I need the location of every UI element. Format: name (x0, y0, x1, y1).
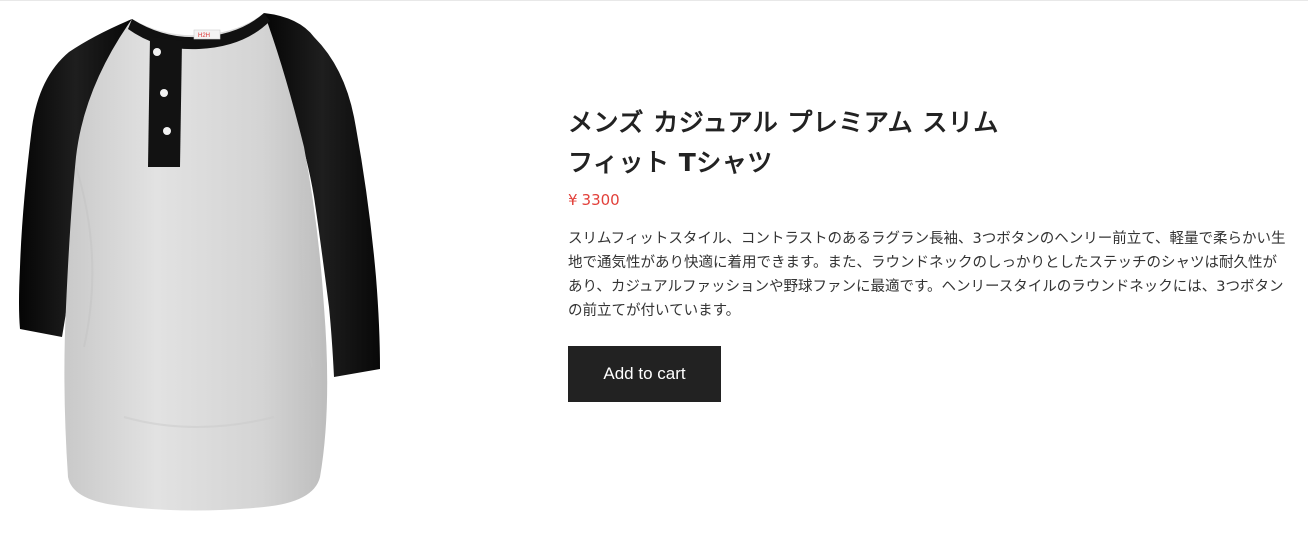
product-title: メンズ カジュアル プレミアム スリム フィット Tシャツ (568, 108, 999, 177)
price-value: 3300 (581, 191, 620, 209)
product-info: メンズ カジュアル プレミアム スリム フィット Tシャツ ¥3300 スリムフ… (568, 103, 1293, 402)
product-image[interactable]: H2H (14, 7, 400, 517)
product-description: スリムフィットスタイル、コントラストのあるラグラン長袖、3つボタンのヘンリー前立… (568, 231, 1286, 319)
product-page: H2H メンズ カジュアル プレミアム スリム フィット Tシャツ ¥3300 … (0, 0, 1308, 543)
henley-shirt-illustration: H2H (19, 13, 380, 511)
add-to-cart-button[interactable]: Add to cart (568, 346, 721, 402)
neck-label-text: H2H (198, 33, 210, 39)
product-price: ¥3300 (568, 189, 1293, 211)
button-icon (153, 48, 161, 56)
button-icon (160, 89, 168, 97)
button-icon (163, 127, 171, 135)
shirt-body (64, 13, 328, 511)
price-currency: ¥ (568, 191, 578, 209)
henley-placket (148, 37, 182, 167)
